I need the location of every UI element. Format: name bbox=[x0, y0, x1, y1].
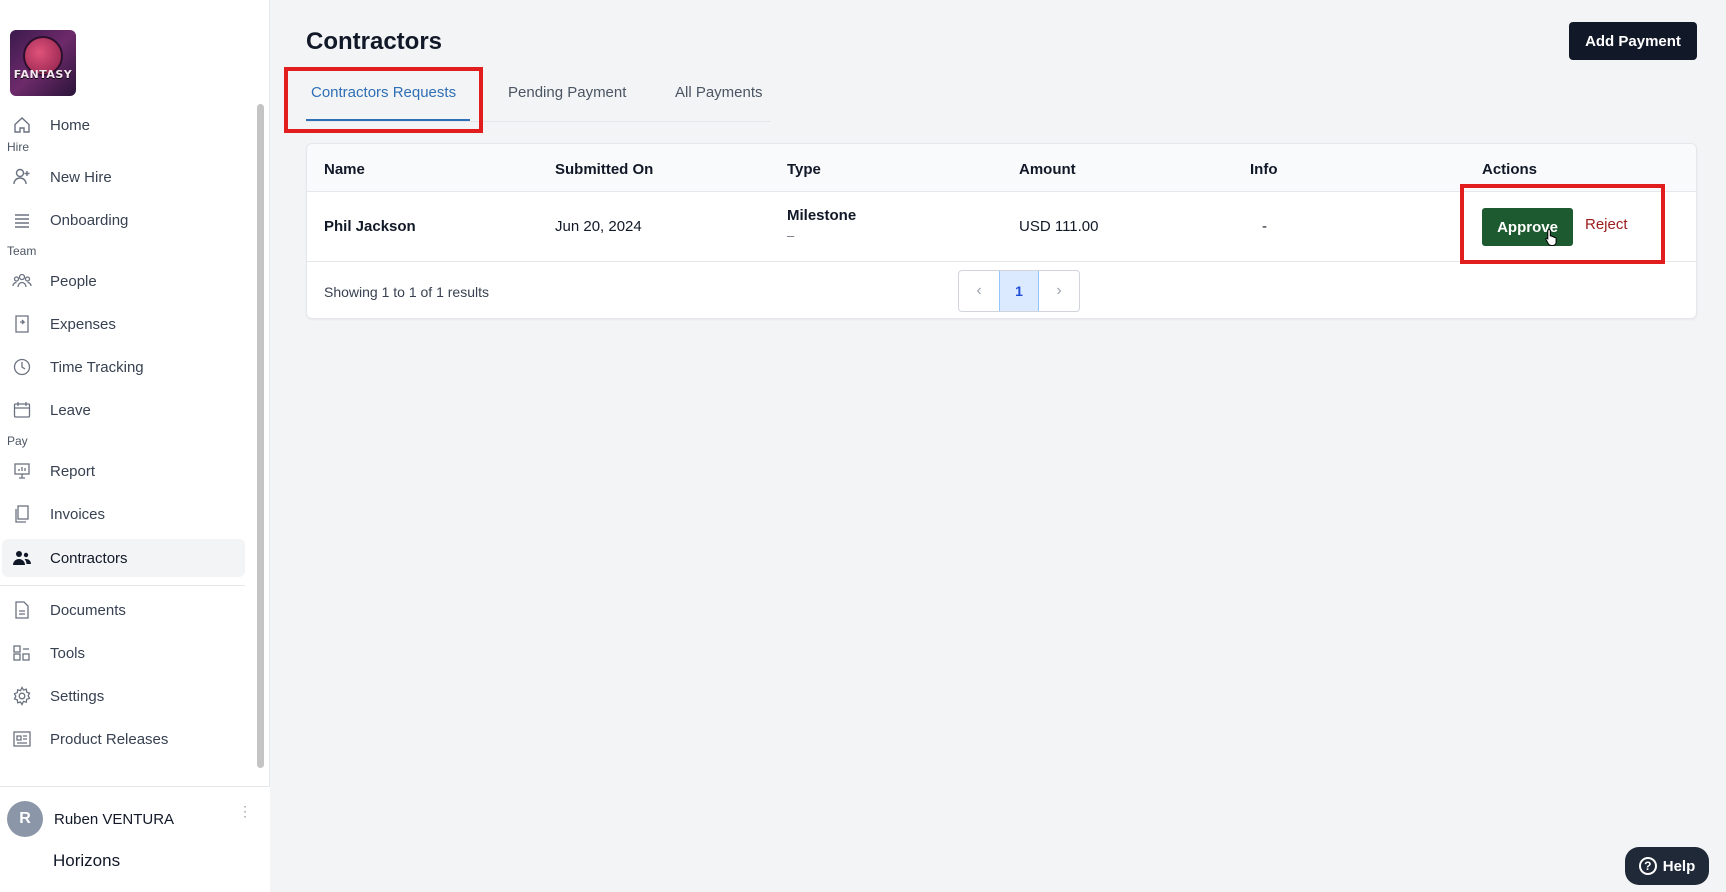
sidebar-item-label: Home bbox=[50, 117, 91, 134]
users-solid-icon bbox=[13, 551, 31, 565]
kebab-menu-icon[interactable]: ⋮ bbox=[238, 804, 252, 829]
company-logo[interactable]: FANTASY bbox=[10, 30, 76, 96]
page-title: Contractors bbox=[306, 28, 443, 55]
hand-cursor-icon bbox=[1545, 228, 1557, 246]
tab-all-payments[interactable]: All Payments bbox=[675, 84, 763, 101]
calendar-icon bbox=[13, 402, 31, 418]
sidebar-item-time-tracking[interactable]: Time Tracking bbox=[2, 348, 245, 386]
people-icon bbox=[12, 273, 32, 288]
sidebar-item-label: Onboarding bbox=[50, 212, 129, 229]
sidebar-item-label: Time Tracking bbox=[50, 359, 144, 376]
receipt-icon bbox=[15, 315, 29, 333]
cell-amount: USD 111.00 bbox=[1019, 218, 1099, 235]
documents-icon bbox=[15, 505, 29, 523]
column-header-name: Name bbox=[324, 161, 365, 178]
tools-icon bbox=[13, 645, 30, 661]
results-summary: Showing 1 to 1 of 1 results bbox=[324, 284, 489, 300]
contractor-requests-table: Name Submitted On Type Amount Info Actio… bbox=[306, 143, 1697, 319]
help-button[interactable]: ? Help bbox=[1625, 847, 1709, 885]
section-label-pay: Pay bbox=[7, 434, 28, 448]
sidebar-item-people[interactable]: People bbox=[2, 262, 245, 300]
sidebar-item-label: Documents bbox=[50, 602, 126, 619]
organization-name[interactable]: Horizons bbox=[53, 851, 120, 871]
gear-icon bbox=[13, 686, 31, 706]
column-header-submitted-on: Submitted On bbox=[555, 161, 654, 178]
sidebar-item-label: People bbox=[50, 273, 97, 290]
sidebar-item-label: Settings bbox=[50, 688, 105, 705]
presentation-chart-icon bbox=[14, 463, 30, 479]
add-payment-button[interactable]: Add Payment bbox=[1569, 22, 1697, 60]
table-row: Phil Jackson Jun 20, 2024 Milestone – US… bbox=[307, 192, 1696, 262]
sidebar-item-documents[interactable]: Documents bbox=[2, 591, 245, 629]
sidebar: FANTASY Home Hire New Hire Onboarding Te… bbox=[0, 0, 270, 892]
sidebar-footer: R Ruben VENTURA ⋮ Horizons bbox=[0, 786, 270, 892]
cell-type-sub: – bbox=[787, 228, 795, 243]
list-icon bbox=[15, 214, 29, 228]
document-icon bbox=[15, 601, 29, 619]
pagination-prev-button[interactable]: ‹ bbox=[959, 271, 999, 311]
logo-text: FANTASY bbox=[13, 68, 73, 81]
help-label: Help bbox=[1662, 857, 1696, 875]
column-header-info: Info bbox=[1250, 161, 1278, 178]
sidebar-item-label: Product Releases bbox=[50, 731, 169, 748]
sidebar-item-label: Contractors bbox=[50, 550, 128, 567]
column-header-type: Type bbox=[787, 161, 821, 178]
table-header: Name Submitted On Type Amount Info Actio… bbox=[307, 144, 1696, 192]
add-user-icon bbox=[13, 168, 30, 185]
sidebar-item-tools[interactable]: Tools bbox=[2, 634, 245, 672]
home-icon bbox=[14, 117, 30, 133]
reject-button[interactable]: Reject bbox=[1585, 216, 1628, 233]
sidebar-item-label: New Hire bbox=[50, 169, 112, 186]
pagination: ‹ 1 › bbox=[958, 270, 1080, 312]
sidebar-item-invoices[interactable]: Invoices bbox=[2, 495, 245, 533]
pagination-page-button[interactable]: 1 bbox=[999, 271, 1039, 311]
sidebar-scrollbar[interactable] bbox=[257, 104, 264, 768]
cell-submitted-on: Jun 20, 2024 bbox=[555, 218, 642, 235]
sidebar-item-expenses[interactable]: Expenses bbox=[2, 305, 245, 343]
sidebar-item-label: Report bbox=[50, 463, 96, 480]
pagination-next-button[interactable]: › bbox=[1039, 271, 1079, 311]
column-header-actions: Actions bbox=[1482, 161, 1538, 178]
sidebar-item-label: Leave bbox=[50, 402, 91, 419]
question-icon: ? bbox=[1638, 857, 1657, 875]
avatar[interactable]: R bbox=[7, 801, 43, 837]
sidebar-item-label: Invoices bbox=[50, 506, 106, 523]
approve-button[interactable]: Approve bbox=[1482, 208, 1573, 246]
sidebar-item-leave[interactable]: Leave bbox=[2, 391, 245, 429]
section-label-team: Team bbox=[7, 244, 37, 258]
tab-bar: Contractors Requests Pending Payment All… bbox=[306, 76, 771, 122]
active-tab-indicator bbox=[306, 119, 470, 121]
nav-divider bbox=[0, 585, 245, 586]
cell-name: Phil Jackson bbox=[324, 218, 416, 235]
sidebar-item-home[interactable]: Home bbox=[2, 106, 245, 144]
column-header-amount: Amount bbox=[1019, 161, 1076, 178]
sidebar-item-onboarding[interactable]: Onboarding bbox=[2, 201, 245, 239]
cell-type: Milestone bbox=[787, 207, 857, 224]
sidebar-item-label: Tools bbox=[50, 645, 86, 662]
sidebar-item-contractors[interactable]: Contractors bbox=[2, 539, 245, 577]
cell-info: - bbox=[1262, 218, 1267, 235]
tab-contractors-requests[interactable]: Contractors Requests bbox=[311, 84, 456, 101]
sidebar-item-new-hire[interactable]: New Hire bbox=[2, 158, 245, 196]
sidebar-item-report[interactable]: Report bbox=[2, 452, 245, 490]
sidebar-item-product-releases[interactable]: Product Releases bbox=[2, 720, 245, 758]
sidebar-item-settings[interactable]: Settings bbox=[2, 677, 245, 715]
clock-icon bbox=[13, 358, 31, 376]
user-name[interactable]: Ruben VENTURA bbox=[54, 811, 174, 828]
tab-pending-payment[interactable]: Pending Payment bbox=[508, 84, 626, 101]
newspaper-icon bbox=[13, 731, 31, 747]
sidebar-item-label: Expenses bbox=[50, 316, 116, 333]
section-label-hire: Hire bbox=[7, 140, 30, 154]
